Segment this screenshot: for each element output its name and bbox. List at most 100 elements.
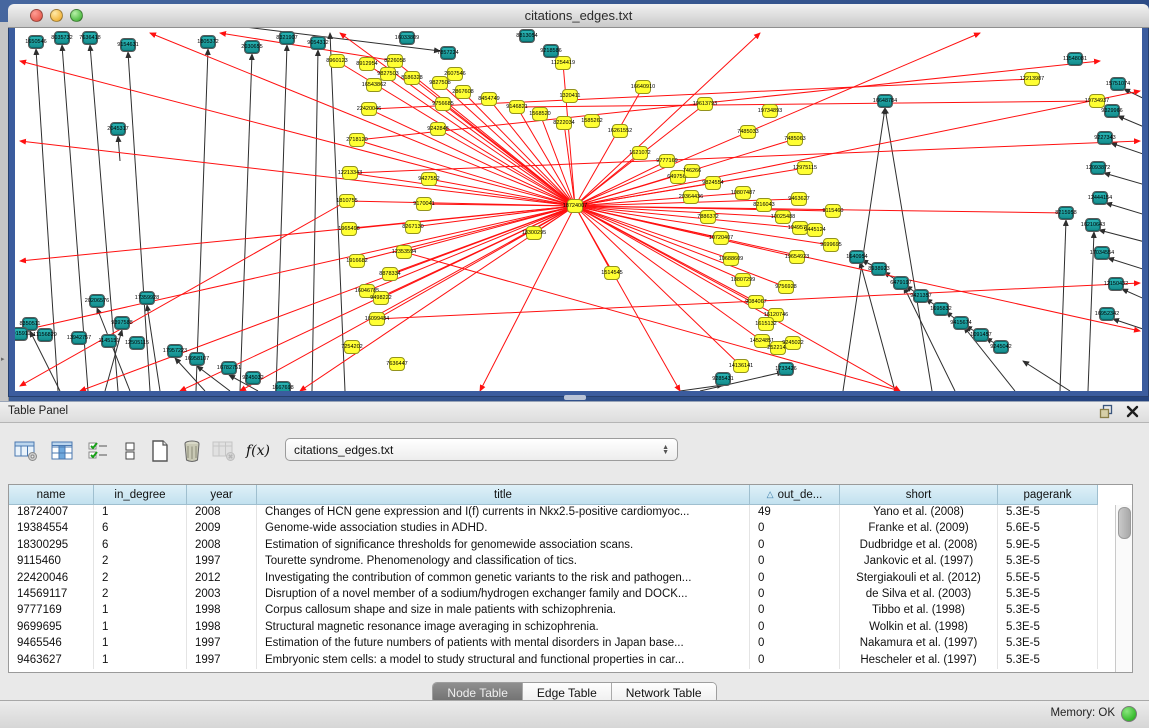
graph-node-16640910[interactable]: 16640910 <box>635 80 651 94</box>
graph-node-9285431[interactable]: 9285431 <box>715 372 731 386</box>
table-cell[interactable]: 49 <box>750 505 840 521</box>
function-builder-icon[interactable]: f(x) <box>244 437 272 465</box>
graph-node-1965498[interactable]: 1965498 <box>341 222 357 236</box>
graph-node-9397588[interactable]: 9397588 <box>114 316 130 330</box>
table-cell[interactable]: 5.9E-5 <box>998 538 1098 554</box>
table-cell[interactable]: Disruption of a novel member of a sodium… <box>257 587 750 603</box>
table-cell[interactable]: 5.5E-5 <box>998 571 1098 587</box>
graph-node-6479197[interactable]: 6479197 <box>893 276 909 290</box>
column-header-year[interactable]: year <box>187 485 257 505</box>
table-cell[interactable]: 2003 <box>187 587 257 603</box>
table-cell[interactable]: 1997 <box>187 653 257 669</box>
table-row[interactable]: 977716911998Corpus callosum shape and si… <box>9 603 1116 619</box>
graph-node-16952342[interactable]: 16952342 <box>1099 307 1115 321</box>
graph-node-9242848[interactable]: 9242848 <box>430 122 446 136</box>
table-mode-icon[interactable] <box>12 437 40 465</box>
column-header-name[interactable]: name <box>9 485 94 505</box>
graph-node-9445124[interactable]: 9445124 <box>807 223 823 237</box>
close-panel-icon[interactable] <box>1126 405 1139 418</box>
table-cell[interactable]: Changes of HCN gene expression and I(f) … <box>257 505 750 521</box>
graph-node-746266[interactable]: 746266 <box>684 164 700 178</box>
graph-node-9115460[interactable]: 9115460 <box>825 204 841 218</box>
table-cell[interactable]: 22420046 <box>9 571 94 587</box>
graph-node-9170041[interactable]: 9170041 <box>416 197 432 211</box>
graph-node-2522144[interactable]: 2522144 <box>770 341 786 355</box>
table-cell[interactable]: 9115460 <box>9 554 94 570</box>
graph-node-2030655[interactable]: 2030655 <box>244 40 260 54</box>
table-cell[interactable]: 0 <box>750 521 840 537</box>
graph-node-16958107[interactable]: 16958107 <box>189 352 205 366</box>
table-cell[interactable]: 2 <box>94 587 187 603</box>
graph-node-17034554[interactable]: 17034554 <box>1094 246 1110 260</box>
graph-node-8267130[interactable]: 8267130 <box>405 220 421 234</box>
table-cell[interactable]: Estimation of the future numbers of pati… <box>257 636 750 652</box>
table-cell[interactable]: Corpus callosum shape and size in male p… <box>257 603 750 619</box>
table-cell[interactable]: 2 <box>94 571 187 587</box>
network-canvas[interactable]: 8960123891295482260589827503165438628186… <box>15 28 1142 391</box>
table-cell[interactable]: Dudbridge et al. (2008) <box>840 538 998 554</box>
graph-node-9756685[interactable]: 9756685 <box>435 97 451 111</box>
graph-node-11254419[interactable]: 11254419 <box>555 56 571 70</box>
graph-node-9218586[interactable]: 9218586 <box>543 44 559 58</box>
table-cell[interactable]: 5.3E-5 <box>998 505 1098 521</box>
graph-node-16210643[interactable]: 16210643 <box>1085 218 1101 232</box>
table-cell[interactable]: 18724007 <box>9 505 94 521</box>
graph-node-9154631[interactable]: 9154631 <box>120 38 136 52</box>
graph-node-7254202[interactable]: 7254202 <box>344 340 360 354</box>
graph-node-19613793[interactable]: 19613793 <box>697 97 713 111</box>
graph-node-1320411[interactable]: 1320411 <box>562 89 578 103</box>
table-cell[interactable]: 9777169 <box>9 603 94 619</box>
new-column-icon[interactable] <box>146 437 174 465</box>
graph-node-19734937[interactable]: 19734937 <box>1089 94 1105 108</box>
graph-node-12444154[interactable]: 12444154 <box>1092 191 1108 205</box>
column-header-pagerank[interactable]: pagerank <box>998 485 1098 505</box>
graph-node-1733426[interactable]: 1733426 <box>778 362 794 376</box>
graph-node-8912954[interactable]: 8912954 <box>359 57 375 71</box>
graph-node-1615132[interactable]: 1615132 <box>758 317 774 331</box>
table-cell[interactable]: 9699695 <box>9 620 94 636</box>
graph-node-8215958[interactable]: 8215958 <box>1058 206 1074 220</box>
table-cell[interactable]: Embryonic stem cells: a model to study s… <box>257 653 750 669</box>
graph-node-18724007[interactable]: 18724007 <box>567 199 583 213</box>
graph-node-9427552[interactable]: 9427552 <box>421 172 437 186</box>
graph-node-9084067[interactable]: 9084067 <box>748 295 764 309</box>
graph-node-12213987[interactable]: 12213987 <box>1024 72 1040 86</box>
table-cell[interactable]: 5.6E-5 <box>998 521 1098 537</box>
graph-node-1810755[interactable]: 1810755 <box>339 194 355 208</box>
table-cell[interactable]: Estimation of significance thresholds fo… <box>257 538 750 554</box>
graph-node-8938923[interactable]: 8938923 <box>871 262 887 276</box>
table-cell[interactable]: 6 <box>94 521 187 537</box>
column-header-short[interactable]: short <box>840 485 998 505</box>
panel-splitter-handle[interactable] <box>564 395 586 400</box>
graph-node-1916682[interactable]: 1916682 <box>349 254 365 268</box>
table-cell[interactable]: de Silva et al. (2003) <box>840 587 998 603</box>
graph-node-3915911[interactable]: 3915911 <box>15 327 28 341</box>
graph-node-1667698[interactable]: 1667698 <box>275 381 291 391</box>
table-cell[interactable]: 9463627 <box>9 653 94 669</box>
graph-node-9245022[interactable]: 9245022 <box>785 336 801 350</box>
graph-node-9827503[interactable]: 9827503 <box>380 67 396 81</box>
table-cell[interactable]: 0 <box>750 653 840 669</box>
graph-node-12213343[interactable]: 12213343 <box>342 166 358 180</box>
graph-node-1640954[interactable]: 1640954 <box>849 250 865 264</box>
row-height-icon[interactable] <box>116 437 144 465</box>
table-cell[interactable]: 0 <box>750 587 840 603</box>
graph-node-9054312[interactable]: 9054312 <box>310 36 326 50</box>
table-cell[interactable]: 1997 <box>187 636 257 652</box>
graph-node-14136141[interactable]: 14136141 <box>733 359 749 373</box>
graph-node-9756928[interactable]: 9756928 <box>778 280 794 294</box>
graph-node-11548081[interactable]: 11548081 <box>1067 52 1083 66</box>
table-cell[interactable]: 5.3E-5 <box>998 603 1098 619</box>
table-row[interactable]: 1456911722003Disruption of a novel membe… <box>9 587 1116 603</box>
graph-node-9415674[interactable]: 9415674 <box>953 316 969 330</box>
table-cell[interactable]: 6 <box>94 538 187 554</box>
graph-node-15751074[interactable]: 15751074 <box>1110 77 1126 91</box>
graph-node-14524851[interactable]: 14524851 <box>754 334 770 348</box>
table-cell[interactable]: 2012 <box>187 571 257 587</box>
graph-node-12505115[interactable]: 12505115 <box>129 336 145 350</box>
graph-node-7636418[interactable]: 7636418 <box>82 31 98 45</box>
graph-node-1621072[interactable]: 1621072 <box>632 146 648 160</box>
table-cell[interactable]: 0 <box>750 538 840 554</box>
graph-node-18807299[interactable]: 18807299 <box>735 273 751 287</box>
table-cell[interactable]: 1 <box>94 620 187 636</box>
